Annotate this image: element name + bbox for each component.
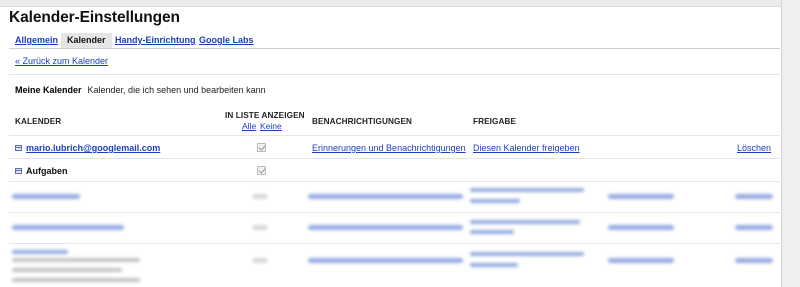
redacted-share-link [470,188,584,192]
section-divider [9,74,780,75]
redacted-link [608,258,674,263]
redacted-share-link [470,263,518,267]
calendar-icon [15,168,22,174]
redacted-calendar-description [12,278,140,282]
redacted-notifications-link [308,258,463,263]
redacted-calendar-name [12,225,124,230]
redacted-notifications-link [308,225,463,230]
tab-google-labs[interactable]: Google Labs [193,33,260,48]
back-to-calendar-link[interactable]: « Zurück zum Kalender [15,56,108,66]
tab-kalender[interactable]: Kalender [61,33,112,48]
column-header-kalender: KALENDER [15,117,62,126]
redacted-calendar-name [12,250,68,254]
delete-calendar-link[interactable]: Löschen [737,143,771,153]
column-header-benachrichtigungen: BENACHRICHTIGUNGEN [312,117,413,126]
redacted-link [608,194,674,199]
redacted-calendar-description [12,258,140,262]
calendar-icon [15,145,22,151]
share-calendar-link[interactable]: Diesen Kalender freigeben [473,143,580,153]
redacted-share-link [470,230,514,234]
calendar-name-link[interactable]: mario.lubrich@googlemail.com [26,143,160,153]
redacted-delete-link [735,194,773,199]
redacted-checkbox [252,194,268,199]
tab-allgemein[interactable]: Allgemein [9,33,64,48]
show-in-list-checkbox[interactable] [257,143,266,152]
tab-handy-einrichtung[interactable]: Handy-Einrichtung [109,33,202,48]
notifications-link[interactable]: Erinnerungen und Benachrichtigungen [312,143,466,153]
row-divider [9,243,780,244]
redacted-link [608,225,674,230]
section-description: Kalender, die ich sehen und bearbeiten k… [87,85,266,95]
page-title: Kalender-Einstellungen [9,9,180,26]
redacted-share-link [470,252,584,256]
redacted-delete-link [735,225,773,230]
scrollbar[interactable] [781,0,800,287]
top-strip [0,0,800,7]
redacted-checkbox [252,225,268,230]
row-divider [9,135,780,136]
calendar-name: Aufgaben [26,166,68,176]
tabs-divider [9,48,780,49]
redacted-delete-link [735,258,773,263]
row-divider [9,181,780,182]
redacted-share-link [470,220,580,224]
section-heading: Meine Kalender [15,85,82,95]
section-header: Meine Kalender Kalender, die ich sehen un… [15,85,266,95]
row-divider [9,212,780,213]
redacted-calendar-description [12,268,122,272]
row-divider [9,158,780,159]
redacted-share-link [470,199,520,203]
redacted-notifications-link [308,194,463,199]
redacted-calendar-name [12,194,80,199]
select-none-link[interactable]: Keine [260,121,282,131]
select-all-link[interactable]: Alle [242,121,256,131]
column-header-freigabe: FREIGABE [473,117,517,126]
redacted-checkbox [252,258,268,263]
column-header-in-liste: IN LISTE ANZEIGEN [225,111,305,120]
show-in-list-checkbox[interactable] [257,166,266,175]
